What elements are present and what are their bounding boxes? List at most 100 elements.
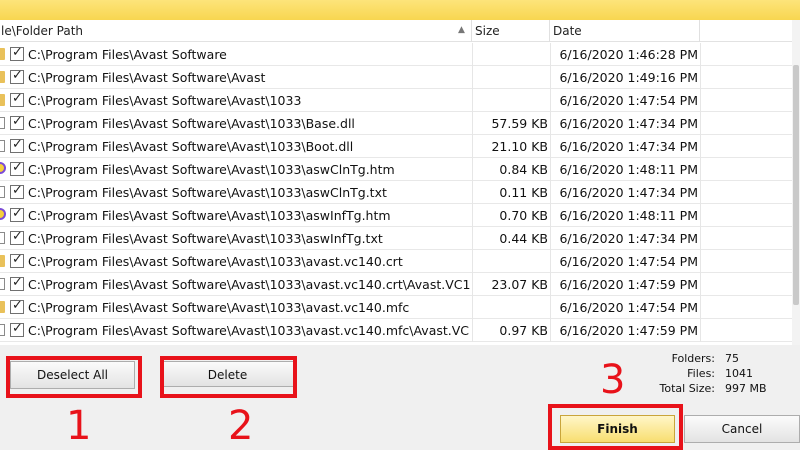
row-checkbox[interactable]: [10, 183, 24, 199]
column-divider: [700, 43, 701, 66]
column-divider: [550, 273, 551, 296]
column-divider: [700, 135, 701, 158]
step-number-2: 2: [228, 403, 254, 449]
row-size: 0.11 KB: [499, 185, 548, 200]
table-row[interactable]: C:\Program Files\Avast Software\Avast\10…: [0, 112, 792, 135]
column-header-size[interactable]: Size: [472, 20, 550, 42]
row-path: C:\Program Files\Avast Software: [28, 47, 227, 62]
row-path: C:\Program Files\Avast Software\Avast\10…: [28, 277, 470, 292]
column-divider: [700, 89, 701, 112]
table-row[interactable]: C:\Program Files\Avast Software\Avast\10…: [0, 319, 792, 342]
row-path: C:\Program Files\Avast Software\Avast\10…: [28, 93, 302, 108]
row-checkbox[interactable]: [10, 206, 24, 222]
column-divider: [550, 89, 551, 112]
column-header-path[interactable]: le\Folder Path: [0, 20, 472, 42]
column-divider: [700, 181, 701, 204]
column-divider: [550, 319, 551, 342]
table-row[interactable]: C:\Program Files\Avast Software\Avast\10…: [0, 250, 792, 273]
column-divider: [700, 204, 701, 227]
highlight-box-3: [548, 404, 683, 450]
total-size-value: 997 MB: [725, 382, 767, 395]
row-size: 0.70 KB: [499, 208, 548, 223]
table-row[interactable]: C:\Program Files\Avast Software\Avast\10…: [0, 181, 792, 204]
files-count: 1041: [725, 367, 753, 380]
column-divider: [550, 204, 551, 227]
row-date: 6/16/2020 1:48:11 PM: [559, 162, 698, 177]
row-path: C:\Program Files\Avast Software\Avast\10…: [28, 162, 395, 177]
row-date: 6/16/2020 1:46:28 PM: [559, 47, 698, 62]
html-file-icon: [0, 208, 6, 220]
column-divider: [550, 158, 551, 181]
table-row[interactable]: C:\Program Files\Avast Software\Avast\10…: [0, 227, 792, 250]
column-divider: [700, 227, 701, 250]
stats-values: 75 1041 997 MB: [725, 351, 795, 396]
folder-icon: [0, 71, 5, 83]
table-row[interactable]: C:\Program Files\Avast Software\Avast\10…: [0, 89, 792, 112]
column-header-date[interactable]: Date: [550, 20, 700, 42]
row-date: 6/16/2020 1:47:54 PM: [559, 254, 698, 269]
row-path: C:\Program Files\Avast Software\Avast\10…: [28, 116, 355, 131]
column-divider: [700, 250, 701, 273]
table-row[interactable]: C:\Program Files\Avast Software\Avast\10…: [0, 158, 792, 181]
row-size: 21.10 KB: [491, 139, 548, 154]
row-date: 6/16/2020 1:47:54 PM: [559, 300, 698, 315]
list-header: le\Folder Path ▲ Size Date: [0, 20, 800, 42]
file-icon: [0, 278, 5, 290]
table-row[interactable]: C:\Program Files\Avast Software\Avast 6/1…: [0, 66, 792, 89]
row-checkbox[interactable]: [10, 252, 24, 268]
row-size: 0.84 KB: [499, 162, 548, 177]
table-row[interactable]: C:\Program Files\Avast Software\Avast\10…: [0, 135, 792, 158]
column-divider: [550, 181, 551, 204]
row-checkbox[interactable]: [10, 91, 24, 107]
row-path: C:\Program Files\Avast Software\Avast\10…: [28, 300, 410, 315]
row-checkbox[interactable]: [10, 321, 24, 337]
html-file-icon: [0, 162, 6, 174]
column-divider: [550, 296, 551, 319]
bottom-panel: Deselect All Delete Finish Cancel Folder…: [0, 345, 800, 450]
column-divider: [700, 158, 701, 181]
table-row[interactable]: C:\Program Files\Avast Software\Avast\10…: [0, 273, 792, 296]
folder-icon: [0, 48, 5, 60]
row-checkbox[interactable]: [10, 229, 24, 245]
vertical-scrollbar[interactable]: [792, 20, 800, 345]
file-icon: [0, 117, 5, 129]
highlight-box-1: [6, 356, 142, 398]
table-row[interactable]: C:\Program Files\Avast Software\Avast\10…: [0, 204, 792, 227]
cancel-button[interactable]: Cancel: [684, 415, 800, 443]
row-checkbox[interactable]: [10, 160, 24, 176]
highlight-box-2: [160, 356, 297, 398]
column-divider: [550, 250, 551, 273]
row-path: C:\Program Files\Avast Software\Avast\10…: [28, 185, 387, 200]
stats-labels: Folders: Files: Total Size:: [650, 351, 715, 396]
scrollbar-thumb[interactable]: [793, 65, 799, 305]
folders-count: 75: [725, 352, 739, 365]
table-row[interactable]: C:\Program Files\Avast Software 6/16/2020…: [0, 43, 792, 66]
column-divider: [700, 319, 701, 342]
row-size: 23.07 KB: [491, 277, 548, 292]
total-size-label: Total Size:: [659, 382, 715, 395]
row-date: 6/16/2020 1:49:16 PM: [559, 70, 698, 85]
row-checkbox[interactable]: [10, 275, 24, 291]
row-checkbox[interactable]: [10, 298, 24, 314]
folder-icon: [0, 94, 5, 106]
column-divider: [472, 250, 473, 273]
column-divider: [700, 66, 701, 89]
row-checkbox[interactable]: [10, 114, 24, 130]
row-date: 6/16/2020 1:47:34 PM: [559, 139, 698, 154]
file-icon: [0, 186, 5, 198]
row-date: 6/16/2020 1:47:34 PM: [559, 185, 698, 200]
column-divider: [700, 112, 701, 135]
folders-label: Folders:: [671, 352, 715, 365]
row-checkbox[interactable]: [10, 45, 24, 61]
file-icon: [0, 324, 5, 336]
row-date: 6/16/2020 1:47:34 PM: [559, 116, 698, 131]
table-row[interactable]: C:\Program Files\Avast Software\Avast\10…: [0, 296, 792, 319]
row-size: 0.44 KB: [499, 231, 548, 246]
column-divider: [550, 227, 551, 250]
row-path: C:\Program Files\Avast Software\Avast\10…: [28, 231, 383, 246]
row-checkbox[interactable]: [10, 68, 24, 84]
file-list[interactable]: le\Folder Path ▲ Size Date C:\Program Fi…: [0, 20, 800, 345]
column-divider: [472, 89, 473, 112]
row-checkbox[interactable]: [10, 137, 24, 153]
row-date: 6/16/2020 1:47:59 PM: [559, 277, 698, 292]
